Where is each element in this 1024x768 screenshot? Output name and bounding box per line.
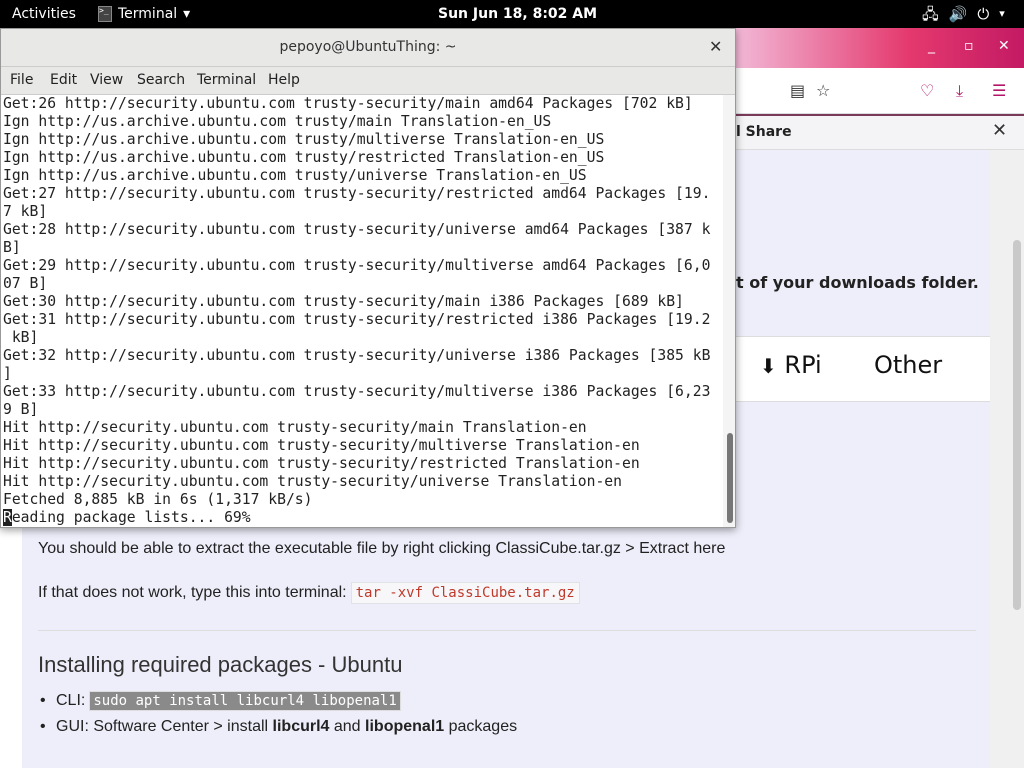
chevron-down-icon: ▾ <box>183 6 191 22</box>
terminal-line: Get:32 http://security.ubuntu.com trusty… <box>3 347 711 364</box>
window-title: pepoyo@UbuntuThing: ~ <box>279 39 457 55</box>
terminal-line: 07 B] <box>3 275 48 292</box>
terminal-icon: >_ <box>98 6 112 22</box>
terminal-line: B] <box>3 239 21 256</box>
gui-and: and <box>329 718 366 735</box>
fallback-instructions: If that does not work, type this into te… <box>38 582 580 604</box>
activities-button[interactable]: Activities <box>12 0 76 28</box>
terminal-line: 7 kB] <box>3 203 48 220</box>
cli-code[interactable]: sudo apt install libcurl4 libopenal1 <box>89 691 401 711</box>
menu-help[interactable]: Help <box>268 72 300 88</box>
menu-icon[interactable]: ☰ <box>992 81 1006 100</box>
chevron-down-icon: ▾ <box>999 7 1005 20</box>
terminal-line: 9 B] <box>3 401 39 418</box>
terminal-line: Get:29 http://security.ubuntu.com trusty… <box>3 257 711 274</box>
menu-view[interactable]: View <box>90 72 123 88</box>
list-item: CLI:sudo apt install libcurl4 libopenal1 <box>38 691 517 711</box>
terminal-line: Hit http://security.ubuntu.com trusty-se… <box>3 437 640 454</box>
gui-suffix: packages <box>444 718 518 735</box>
menu-file[interactable]: File <box>10 72 33 88</box>
terminal-titlebar[interactable]: pepoyo@UbuntuThing: ~ ✕ <box>1 29 735 67</box>
download-note: t of your downloads folder. <box>736 273 979 292</box>
app-menu-label: Terminal <box>118 6 178 22</box>
maximize-icon[interactable]: ▫ <box>964 38 974 54</box>
browser-toolbar: ▤ ☆ ♡ ⤓ ☰ <box>736 68 1024 114</box>
divider <box>38 630 976 631</box>
terminal-cursor: R <box>3 509 12 526</box>
terminal-line: Hit http://security.ubuntu.com trusty-se… <box>3 419 587 436</box>
terminal-line: Ign http://us.archive.ubuntu.com trusty/… <box>3 131 605 148</box>
terminal-line: Fetched 8,885 kB in 6s (1,317 kB/s) <box>3 491 313 508</box>
bookmark-star-icon[interactable]: ☆ <box>816 81 830 100</box>
terminal-line: Ign http://us.archive.ubuntu.com trusty/… <box>3 167 587 184</box>
fallback-code: tar -xvf ClassiCube.tar.gz <box>350 582 580 604</box>
terminal-line: Get:33 http://security.ubuntu.com trusty… <box>3 383 711 400</box>
terminal-menubar: File Edit View Search Terminal Help <box>1 67 735 95</box>
cli-label: CLI: <box>56 692 86 709</box>
terminal-line: Get:28 http://security.ubuntu.com trusty… <box>3 221 711 238</box>
power-icon: ⏻ <box>977 5 990 23</box>
terminal-line: Ign http://us.archive.ubuntu.com trusty/… <box>3 113 552 130</box>
browser-titlebar: _ ▫ ✕ <box>736 28 1024 68</box>
tab-rpi[interactable]: ⬇ RPi <box>760 351 822 379</box>
tab-other[interactable]: Other <box>874 351 942 379</box>
gui-prefix: GUI: Software Center > install <box>56 718 273 735</box>
gui-pkg2: libopenal1 <box>365 718 445 735</box>
pocket-icon[interactable]: ♡ <box>920 81 934 100</box>
platform-tabs: ⬇ RPi Other <box>736 336 990 402</box>
network-icon: 🖧 <box>922 5 939 23</box>
extract-instructions: You should be able to extract the execut… <box>38 540 726 557</box>
close-icon[interactable]: ✕ <box>709 37 722 56</box>
downloads-icon[interactable]: ⤓ <box>956 81 963 101</box>
terminal-line: Get:31 http://security.ubuntu.com trusty… <box>3 311 711 328</box>
terminal-line: Get:26 http://security.ubuntu.com trusty… <box>3 95 693 112</box>
clock[interactable]: Sun Jun 18, 8:02 AM <box>438 0 597 28</box>
list-item: GUI: Software Center > install libcurl4 … <box>38 718 517 736</box>
tab-rpi-label: RPi <box>784 351 822 379</box>
system-menu[interactable]: 🖧 🔊 ⏻ ▾ <box>922 0 1005 28</box>
app-menu[interactable]: >_ Terminal ▾ <box>98 0 190 28</box>
fallback-text: If that does not work, type this into te… <box>38 584 347 601</box>
menu-terminal[interactable]: Terminal <box>197 72 256 88</box>
gui-pkg1: libcurl4 <box>272 718 330 735</box>
terminal-line: ] <box>3 365 12 382</box>
menu-edit[interactable]: Edit <box>50 72 77 88</box>
terminal-prompt-line: Reading package lists... 69% <box>3 509 723 527</box>
share-button[interactable]: l Share <box>736 124 792 140</box>
terminal-line: Hit http://security.ubuntu.com trusty-se… <box>3 455 640 472</box>
minimize-icon[interactable]: _ <box>928 38 935 54</box>
top-bar: Activities >_ Terminal ▾ Sun Jun 18, 8:0… <box>0 0 1024 28</box>
menu-search[interactable]: Search <box>137 72 185 88</box>
terminal-line: Hit http://security.ubuntu.com trusty-se… <box>3 473 622 490</box>
reader-view-icon[interactable]: ▤ <box>790 81 805 100</box>
terminal-line: Get:30 http://security.ubuntu.com trusty… <box>3 293 684 310</box>
terminal-line: Get:27 http://security.ubuntu.com trusty… <box>3 185 711 202</box>
terminal-line: Ign http://us.archive.ubuntu.com trusty/… <box>3 149 605 166</box>
page-scroll-thumb[interactable] <box>1013 240 1021 610</box>
section-heading: Installing required packages - Ubuntu <box>38 652 403 677</box>
browser-window: _ ▫ ✕ ▤ ☆ ♡ ⤓ ☰ l Share ✕ <box>736 28 1024 150</box>
volume-icon: 🔊 <box>948 5 968 23</box>
terminal-line: kB] <box>3 329 39 346</box>
close-icon[interactable]: ✕ <box>992 120 1007 141</box>
terminal-window: pepoyo@UbuntuThing: ~ ✕ File Edit View S… <box>0 28 736 528</box>
download-icon: ⬇ <box>760 354 777 378</box>
terminal-progress-text: eading package lists... 69% <box>11 509 251 526</box>
terminal-scroll-thumb[interactable] <box>727 433 733 523</box>
close-icon[interactable]: ✕ <box>998 38 1010 54</box>
terminal-output[interactable]: Get:26 http://security.ubuntu.com trusty… <box>1 95 723 527</box>
notification-bar: l Share ✕ <box>736 116 1024 150</box>
package-list: CLI:sudo apt install libcurl4 libopenal1… <box>38 691 517 744</box>
